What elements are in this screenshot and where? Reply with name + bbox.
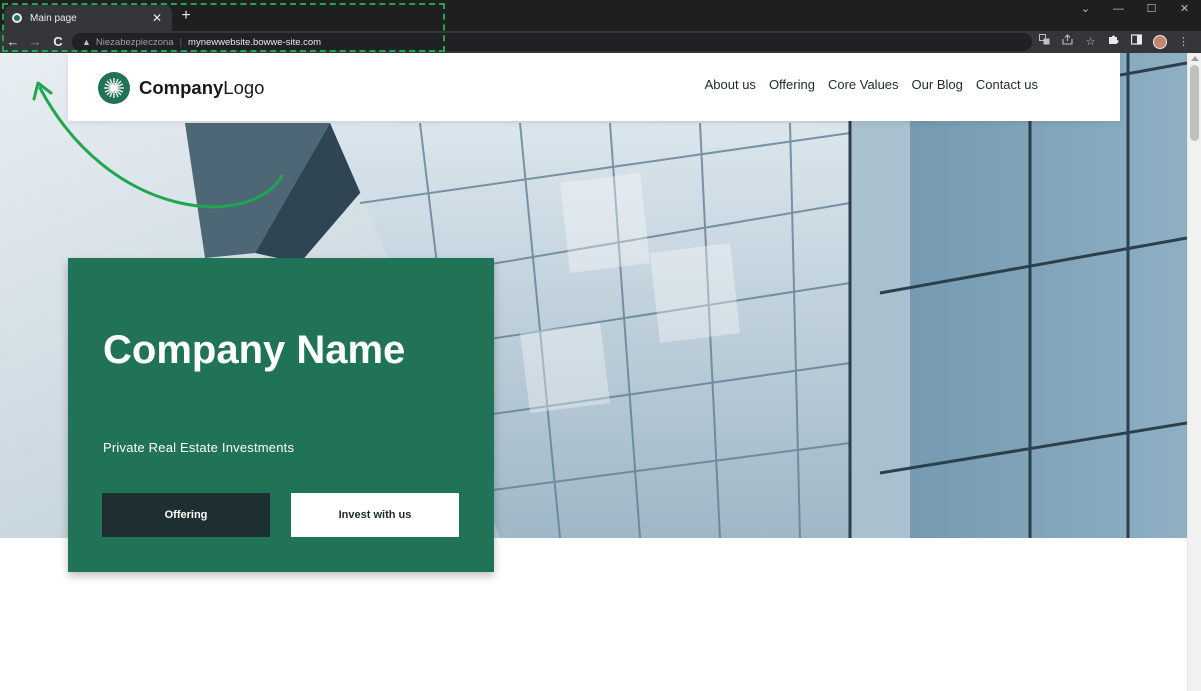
nav-offering[interactable]: Offering: [769, 77, 815, 92]
site-header: CompanyLogo About us Offering Core Value…: [68, 53, 1120, 121]
close-tab-icon[interactable]: ✕: [150, 11, 164, 25]
window-controls: ⌄ — ☐ ✕: [1069, 0, 1201, 20]
company-logo[interactable]: CompanyLogo: [98, 72, 264, 104]
tab-title: Main page: [30, 12, 77, 24]
close-window-button[interactable]: ✕: [1168, 0, 1201, 20]
menu-dots-icon[interactable]: ⋮: [1172, 33, 1195, 51]
invest-button[interactable]: Invest with us: [291, 493, 459, 537]
scroll-up-arrow-icon[interactable]: [1191, 56, 1199, 61]
security-label[interactable]: Niezabezpieczona: [96, 37, 174, 48]
hero-subtitle: Private Real Estate Investments: [103, 440, 295, 455]
warning-icon[interactable]: ▲: [82, 37, 91, 47]
hero-card: Company Name Private Real Estate Investm…: [68, 258, 494, 572]
profile-avatar[interactable]: [1153, 35, 1167, 49]
minimize-button[interactable]: —: [1102, 0, 1135, 20]
nav-our-blog[interactable]: Our Blog: [912, 77, 963, 92]
nav-core-values[interactable]: Core Values: [828, 77, 899, 92]
address-bar[interactable]: ▲ Niezabezpieczona | mynewwebsite.bowwe-…: [72, 33, 1032, 51]
address-divider: |: [179, 36, 183, 48]
nav-contact-us[interactable]: Contact us: [976, 77, 1038, 92]
web-page: CompanyLogo About us Offering Core Value…: [0, 53, 1187, 691]
browser-tab[interactable]: Main page ✕: [4, 5, 172, 31]
toolbar-icons: ☆ ⋮: [1033, 33, 1195, 51]
sidepanel-icon[interactable]: [1125, 33, 1148, 51]
puzzle-icon[interactable]: [1102, 33, 1125, 51]
new-tab-button[interactable]: +: [178, 6, 194, 26]
forward-button[interactable]: →: [26, 33, 44, 51]
main-nav: About us Offering Core Values Our Blog C…: [692, 77, 1038, 92]
scroll-thumb[interactable]: [1190, 65, 1199, 141]
translate-icon[interactable]: [1033, 33, 1056, 51]
tab-search-icon[interactable]: ⌄: [1069, 0, 1102, 20]
star-icon[interactable]: ☆: [1079, 33, 1102, 51]
page-scrollbar[interactable]: [1187, 53, 1201, 691]
reload-button[interactable]: C: [49, 33, 67, 51]
back-button[interactable]: ←: [4, 33, 22, 51]
browser-toolbar: ← → C ▲ Niezabezpieczona | mynewwebsite.…: [0, 31, 1201, 53]
logo-text-bold: Company: [139, 77, 224, 98]
url-text[interactable]: mynewwebsite.bowwe-site.com: [188, 37, 321, 48]
logo-icon: [98, 72, 130, 104]
hero-title: Company Name: [103, 328, 406, 372]
share-icon[interactable]: [1056, 33, 1079, 51]
offering-button[interactable]: Offering: [102, 493, 270, 537]
logo-text-light: Logo: [223, 77, 265, 98]
favicon-icon: [12, 13, 22, 23]
logo-text: CompanyLogo: [139, 77, 264, 99]
browser-tabstrip: Main page ✕ + ⌄ — ☐ ✕: [0, 0, 1201, 31]
maximize-button[interactable]: ☐: [1135, 0, 1168, 20]
nav-about-us[interactable]: About us: [705, 77, 756, 92]
